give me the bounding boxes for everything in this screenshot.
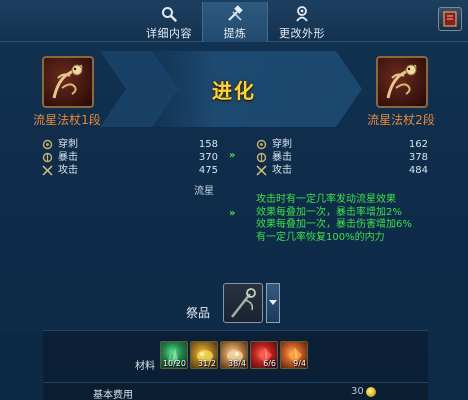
effect-line: 攻击时有一定几率发动流星效果 bbox=[256, 194, 396, 205]
staff-item-icon bbox=[231, 288, 256, 318]
materials-label: 材料 bbox=[135, 361, 155, 372]
evolution-title: 进化 bbox=[212, 79, 256, 103]
stat-row-attack: 攻击 484 bbox=[256, 164, 428, 177]
stat-row-pierce: 穿刺 162 bbox=[256, 138, 428, 151]
material-slot-pale-ore[interactable]: 38/4 bbox=[220, 341, 248, 369]
stat-name: 攻击 bbox=[58, 165, 78, 176]
current-stats: 穿刺 158 暴击 370 攻击 475 bbox=[42, 138, 218, 177]
effect-series-label: 流星 bbox=[194, 186, 214, 197]
material-count: 9/4 bbox=[293, 359, 306, 368]
base-cost-label: 基本费用 bbox=[93, 390, 133, 400]
material-slot-red-gem[interactable]: 6/6 bbox=[250, 341, 278, 369]
evolution-banner: 流星法杖1段 进化 流星法杖2段 bbox=[0, 43, 468, 133]
effect-line: 效果每叠加一次，暴击伤害增加6% bbox=[256, 219, 412, 230]
stat-name: 穿刺 bbox=[272, 139, 292, 150]
stat-value: 475 bbox=[198, 165, 218, 176]
stat-row-pierce: 穿刺 158 bbox=[42, 138, 218, 151]
result-item-name: 流星法杖2段 bbox=[367, 113, 435, 127]
magnifier-icon bbox=[162, 7, 177, 22]
effect-line: 效果每叠加一次，暴击率增加2% bbox=[256, 206, 402, 218]
material-slot-gold-ore[interactable]: 31/2 bbox=[190, 341, 218, 369]
critical-icon bbox=[42, 152, 53, 163]
panel-left-edge bbox=[0, 330, 43, 400]
material-count: 6/6 bbox=[263, 359, 276, 368]
source-item-name: 流星法杖1段 bbox=[33, 113, 101, 127]
stat-name: 暴击 bbox=[272, 152, 292, 163]
stat-name: 暴击 bbox=[58, 152, 78, 163]
hammer-icon bbox=[228, 5, 243, 21]
base-cost-row: 基本费用 30 bbox=[43, 382, 428, 400]
sacrifice-dropdown-button[interactable] bbox=[266, 283, 280, 323]
stat-row-critical: 暴击 370 bbox=[42, 151, 218, 164]
sacrifice-slot[interactable] bbox=[223, 283, 263, 323]
material-slot-green-crystal[interactable]: 10/20 bbox=[160, 341, 188, 369]
tab-change-appearance-label: 更改外形 bbox=[279, 27, 325, 40]
stat-value: 158 bbox=[198, 139, 218, 150]
reshape-icon bbox=[296, 6, 308, 22]
dragon-staff-icon bbox=[386, 64, 417, 99]
pierce-icon bbox=[42, 139, 53, 150]
crossed-swords-icon bbox=[42, 165, 53, 176]
stat-name: 攻击 bbox=[272, 165, 292, 176]
tab-change-appearance[interactable]: 更改外形 bbox=[266, 2, 338, 42]
stat-value: 162 bbox=[408, 139, 428, 150]
effect-arrow: » bbox=[229, 208, 236, 219]
sacrifice-label: 祭品 bbox=[186, 306, 211, 320]
tab-refine[interactable]: 提炼 bbox=[202, 2, 268, 42]
menu-button[interactable] bbox=[438, 7, 462, 31]
chevron-down-icon bbox=[269, 300, 277, 305]
refine-window: 详细内容 提炼 更改外形 流星法杖1段 进化 流星法杖2段 穿刺 158 暴击 … bbox=[0, 0, 468, 400]
crossed-swords-icon bbox=[256, 165, 267, 176]
upgrade-arrow: » bbox=[229, 150, 236, 161]
stat-value: 484 bbox=[408, 165, 428, 176]
stat-name: 穿刺 bbox=[58, 139, 78, 150]
critical-icon bbox=[256, 152, 267, 163]
tab-details-label: 详细内容 bbox=[146, 27, 192, 40]
stat-value: 370 bbox=[198, 152, 218, 163]
stat-value: 378 bbox=[408, 152, 428, 163]
base-cost-value: 30 bbox=[351, 386, 364, 397]
source-item-slot[interactable] bbox=[42, 56, 94, 108]
material-count: 10/20 bbox=[162, 359, 186, 368]
dragon-staff-icon bbox=[52, 64, 83, 99]
material-count: 31/2 bbox=[198, 359, 216, 368]
tab-bar: 详细内容 提炼 更改外形 bbox=[0, 0, 468, 42]
stat-row-attack: 攻击 475 bbox=[42, 164, 218, 177]
upgraded-stats: 穿刺 162 暴击 378 攻击 484 bbox=[256, 138, 428, 177]
material-slot-orange-gem[interactable]: 9/4 bbox=[280, 341, 308, 369]
effect-line: 有一定几率恢复100%的内力 bbox=[256, 231, 385, 243]
effect-description: 攻击时有一定几率发动流星效果 效果每叠加一次，暴击率增加2% 效果每叠加一次，暴… bbox=[256, 194, 446, 244]
stat-row-critical: 暴击 378 bbox=[256, 151, 428, 164]
pierce-icon bbox=[256, 139, 267, 150]
tab-details[interactable]: 详细内容 bbox=[136, 2, 202, 42]
tab-refine-label: 提炼 bbox=[223, 27, 247, 40]
result-item-slot[interactable] bbox=[376, 56, 428, 108]
book-icon bbox=[443, 11, 457, 27]
material-count: 38/4 bbox=[228, 359, 246, 368]
coin-icon bbox=[366, 387, 376, 397]
